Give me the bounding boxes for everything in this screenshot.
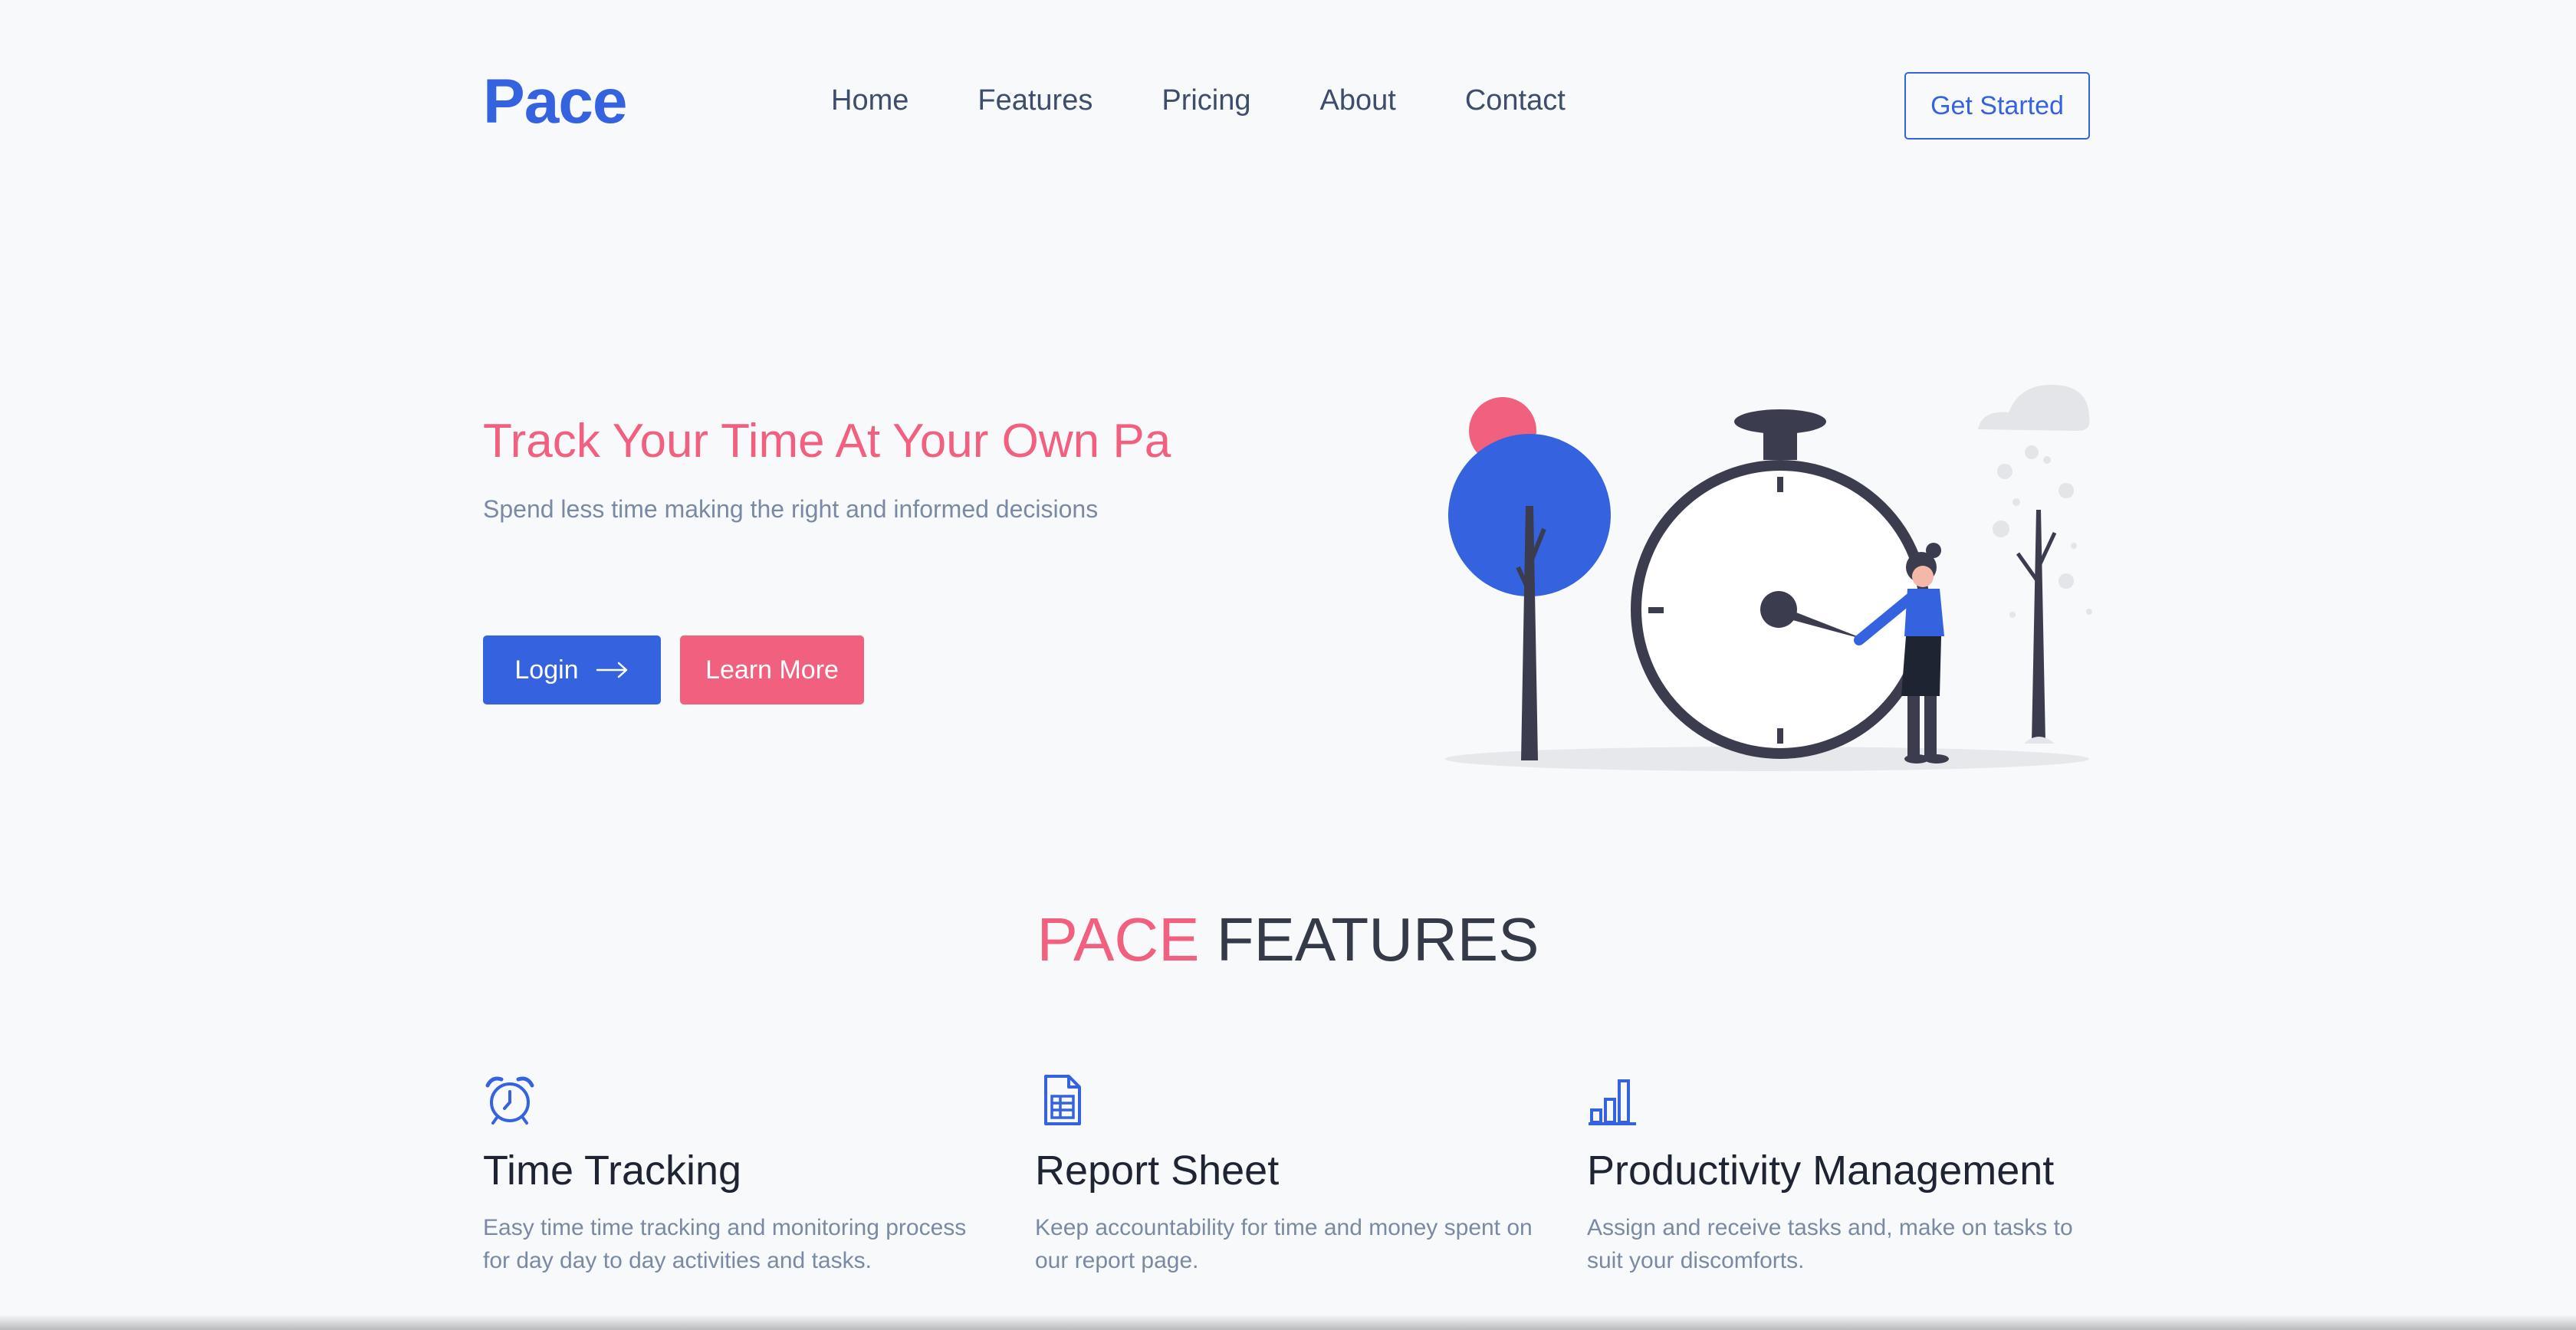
nav-home[interactable]: Home xyxy=(831,86,909,115)
hero-subtitle: Spend less time making the right and inf… xyxy=(483,495,1099,523)
features-title: PACE FEATURES xyxy=(0,909,2576,970)
bar-chart-icon xyxy=(1589,1079,1636,1125)
feature-card-time-tracking: Time Tracking Easy time time tracking an… xyxy=(483,1073,989,1278)
feature-card-report-sheet: Report Sheet Keep accountability for tim… xyxy=(1035,1073,1541,1278)
learn-more-button[interactable]: Learn More xyxy=(680,635,864,704)
feature-title: Productivity Management xyxy=(1587,1148,2055,1194)
feature-description: Easy time time tracking and monitoring p… xyxy=(483,1214,967,1274)
nav-about[interactable]: About xyxy=(1320,86,1396,115)
nav-pricing[interactable]: Pricing xyxy=(1162,86,1250,115)
feature-title: Report Sheet xyxy=(1035,1148,1280,1194)
features-title-rest: FEATURES xyxy=(1216,905,1539,974)
arrow-right-icon xyxy=(596,662,627,678)
features-title-accent: PACE xyxy=(1037,905,1200,974)
feature-title: Time Tracking xyxy=(483,1148,742,1194)
get-started-button[interactable]: Get Started xyxy=(1904,72,2090,140)
login-label: Login xyxy=(514,655,579,685)
stopwatch-illustration xyxy=(1445,384,2092,771)
nav-features[interactable]: Features xyxy=(978,86,1092,115)
feature-description: Assign and receive tasks and, make on ta… xyxy=(1587,1214,2073,1274)
brand-logo[interactable]: Pace xyxy=(483,71,628,133)
spreadsheet-icon xyxy=(1044,1075,1081,1125)
main-nav: Home Features Pricing About Contact xyxy=(831,86,1566,115)
feature-card-productivity: Productivity Management Assign and recei… xyxy=(1587,1073,2093,1278)
hero-title: Track Your Time At Your Own Pa xyxy=(483,415,1171,468)
nav-contact[interactable]: Contact xyxy=(1465,86,1566,115)
alarm-clock-icon xyxy=(485,1076,534,1125)
login-button[interactable]: Login xyxy=(483,635,661,704)
feature-description: Keep accountability for time and money s… xyxy=(1035,1214,1533,1274)
bottom-edge-shadow xyxy=(0,1315,2576,1330)
